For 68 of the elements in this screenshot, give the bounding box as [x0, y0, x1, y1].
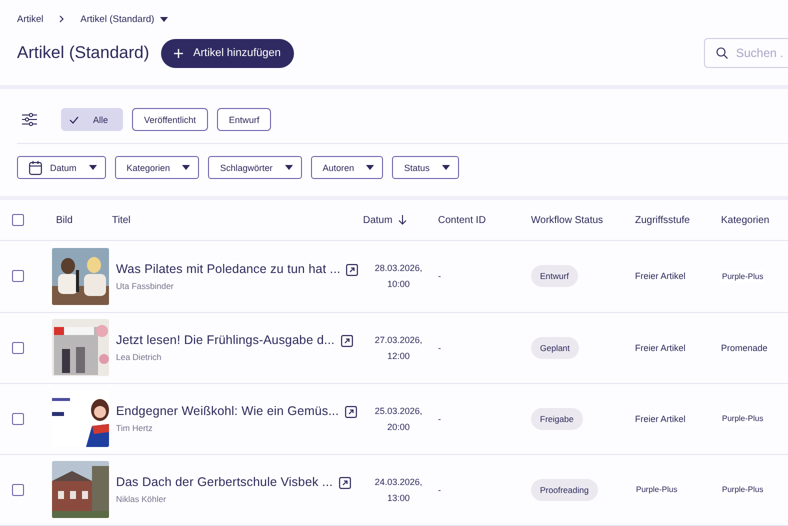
workflow-status-pill: Entwurf: [531, 265, 578, 288]
page-title: Artikel (Standard): [17, 43, 150, 63]
category-cell: Promenade: [721, 342, 768, 353]
category-cell: Purple-Plus: [721, 412, 764, 426]
check-icon: [69, 116, 79, 124]
article-author: Lea Dietrich: [116, 352, 162, 362]
row-checkbox[interactable]: [12, 270, 24, 282]
column-header[interactable]: Workflow Status: [531, 214, 635, 226]
external-link-icon[interactable]: [344, 406, 357, 418]
access-level-cell: Purple-Plus: [635, 483, 678, 496]
workflow-status-pill: Geplant: [531, 336, 579, 359]
category-cell: Purple-Plus: [721, 483, 764, 496]
external-link-icon[interactable]: [338, 477, 351, 490]
workflow-status-pill: Freigabe: [531, 408, 583, 430]
search-field[interactable]: Suchen .: [704, 38, 788, 68]
workflow-status-pill: Proofreading: [531, 478, 598, 501]
status-filter-chip[interactable]: Alle: [61, 108, 124, 132]
chevron-right-icon: [59, 15, 64, 23]
date-cell-text: 24.03.2026, 13:00: [374, 476, 424, 505]
breadcrumb-link[interactable]: Artikel (Standard): [80, 14, 168, 24]
breadcrumb-link[interactable]: Artikel: [17, 14, 44, 24]
caret-icon: [88, 165, 97, 170]
row-checkbox[interactable]: [12, 412, 24, 425]
filter-dropdown[interactable]: Kategorien: [114, 156, 200, 180]
calendar-icon: [29, 160, 42, 175]
caret-icon: [366, 165, 374, 170]
content-id-cell-text: -: [438, 414, 442, 424]
caret-icon: [442, 165, 450, 170]
filter-dropdown[interactable]: Datum: [17, 156, 106, 180]
column-header[interactable]: Bild: [52, 214, 112, 226]
plus-icon: [174, 48, 184, 58]
date-cell-text: 27.03.2026, 12:00: [374, 334, 424, 363]
content-id-cell-text: -: [438, 484, 442, 495]
access-level-cell: Freier Artikel: [635, 414, 686, 424]
filter-dropdown[interactable]: Status: [392, 156, 459, 180]
access-level-cell: Freier Artikel: [635, 271, 686, 282]
date-cell-text: 28.03.2026, 10:00: [374, 262, 424, 292]
status-filter-chip[interactable]: Veröffentlicht: [132, 108, 208, 132]
caret-icon: [160, 16, 168, 22]
external-link-icon[interactable]: [340, 335, 353, 348]
access-level-cell: Freier Artikel: [635, 342, 686, 353]
filter-dropdown[interactable]: Autoren: [310, 156, 384, 180]
column-header[interactable]: Datum: [363, 214, 438, 226]
search-icon: [716, 47, 728, 59]
content-id-cell-text: -: [438, 342, 442, 353]
select-all-checkbox[interactable]: [12, 214, 24, 226]
add-article-button[interactable]: Artikel hinzufügen: [161, 38, 294, 68]
row-checkbox[interactable]: [12, 484, 24, 496]
article-author: Niklas Köhler: [116, 494, 168, 504]
column-header[interactable]: Content ID: [438, 214, 531, 226]
column-header[interactable]: Zugriffsstufe: [635, 214, 721, 226]
date-cell-text: 25.03.2026, 20:00: [374, 404, 424, 434]
external-link-icon[interactable]: [346, 264, 358, 276]
column-header[interactable]: Titel: [112, 214, 363, 226]
article-title[interactable]: Jetzt lesen! Die Frühlings-Ausgabe d...: [116, 333, 335, 348]
article-title[interactable]: Was Pilates mit Poledance zu tun hat ...: [116, 262, 340, 276]
content-id-cell-text: -: [438, 271, 442, 282]
row-checkbox[interactable]: [12, 342, 24, 354]
article-author: Uta Fassbinder: [116, 280, 175, 291]
caret-icon: [182, 165, 190, 170]
filter-dropdown[interactable]: Schlagwörter: [208, 156, 302, 180]
article-title[interactable]: Endgegner Weißkohl: Wie ein Gemüs...: [116, 404, 339, 418]
article-title[interactable]: Das Dach der Gerbertschule Visbek ...: [116, 475, 333, 490]
filter-settings-icon[interactable]: [22, 113, 37, 126]
caret-icon: [284, 165, 293, 170]
column-header[interactable]: Kategorien: [721, 214, 788, 226]
status-filter-chip[interactable]: Entwurf: [216, 108, 272, 132]
article-author: Tim Hertz: [116, 423, 154, 434]
